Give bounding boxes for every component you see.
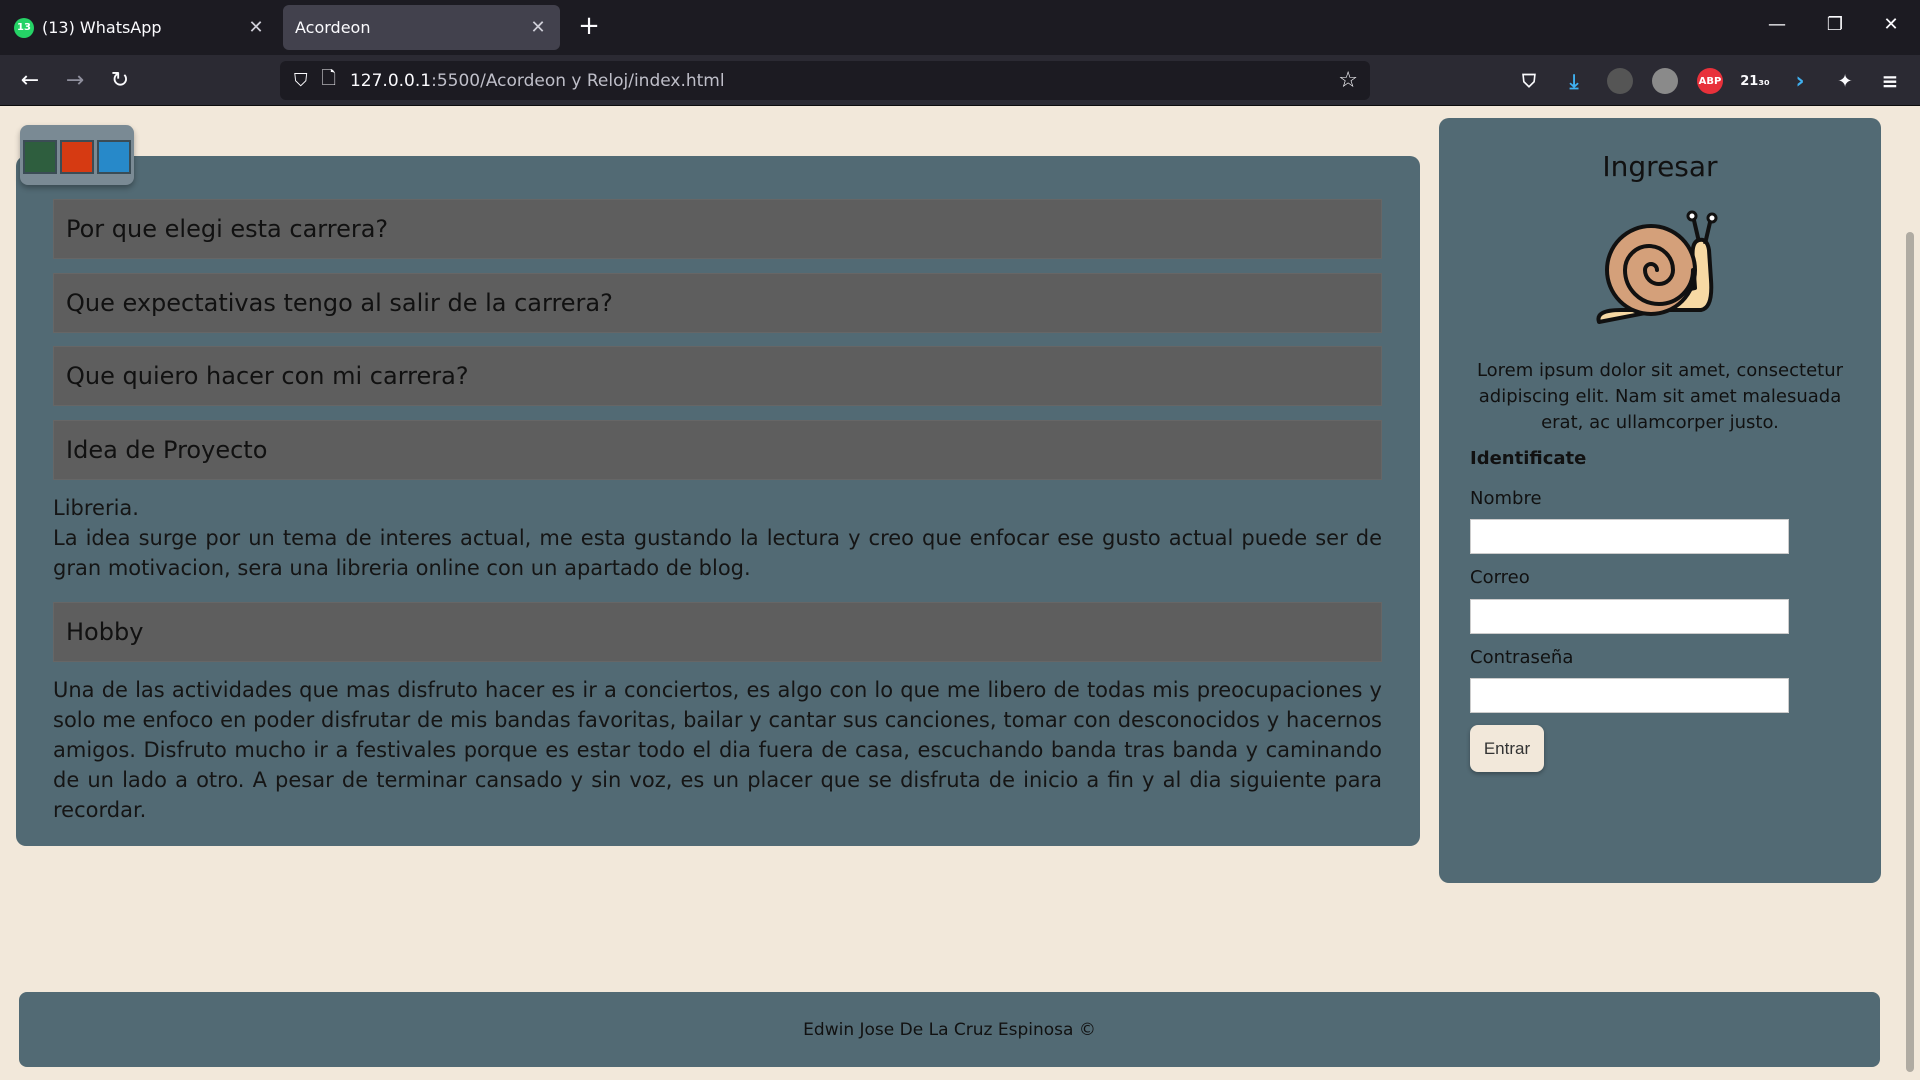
login-description: Lorem ipsum dolor sit amet, consectetur … [1476,360,1844,433]
accordion-header-proyecto[interactable]: Idea de Proyecto [53,420,1382,480]
accordion-header-expectativas[interactable]: Que expectativas tengo al salir de la ca… [53,273,1382,333]
red-swatch[interactable] [60,140,94,174]
adblock-icon[interactable]: ABP [1697,68,1723,94]
body-line: Libreria. [53,496,139,520]
login-panel: Ingresar Lorem ipsum dolor sit amet, con… [1439,118,1881,883]
window-close-icon[interactable]: ✕ [1876,14,1906,35]
correo-input[interactable] [1470,599,1789,634]
nombre-label: Nombre [1470,488,1542,509]
accordion-header-hobby[interactable]: Hobby [53,602,1382,662]
reload-icon[interactable]: ↻ [104,65,136,97]
whatsapp-icon: 13 [14,17,34,38]
bookmark-star-icon[interactable]: ☆ [1338,68,1358,93]
downloads-icon[interactable]: ⤓ [1561,68,1587,94]
forward-arrow-icon[interactable]: → [59,65,91,97]
body-paragraph: La idea surge por un tema de interes act… [53,526,1382,580]
login-title: Ingresar [1602,150,1718,183]
accordion-body-proyecto: Libreria. La idea surge por un tema de i… [53,493,1382,583]
minimize-icon[interactable]: — [1762,14,1792,35]
face-extension-icon[interactable] [1652,68,1678,94]
page-icon: 🗋 [321,67,336,89]
close-icon[interactable]: ✕ [246,17,266,38]
tab-acordeon[interactable]: Acordeon ✕ [283,5,560,50]
tab-whatsapp[interactable]: 13 (13) WhatsApp ✕ [2,5,278,50]
footer-text: Edwin Jose De La Cruz Espinosa © [803,1019,1096,1040]
extensions-icon[interactable]: ✦ [1832,68,1858,94]
accordion-body-hobby: Una de las actividades que mas disfruto … [53,678,1382,822]
contrasena-label: Contraseña [1470,647,1574,668]
url-path: :5500/Acordeon y Reloj/index.html [431,70,725,91]
snail-icon [1596,210,1718,324]
back-arrow-icon[interactable]: ← [14,65,46,97]
browser-tab-strip: 13 (13) WhatsApp ✕ Acordeon ✕ + — ❐ ✕ [0,0,1920,55]
shield-icon[interactable]: ⛉ [294,70,308,91]
avatar-extension-icon[interactable] [1607,68,1633,94]
chevron-right-icon[interactable]: › [1787,68,1813,94]
counter-extension-icon[interactable]: 21₃₀ [1740,68,1769,94]
restore-icon[interactable]: ❐ [1820,14,1850,35]
menu-icon[interactable]: ≡ [1877,68,1903,94]
green-swatch[interactable] [23,140,57,174]
new-tab-button[interactable]: + [575,13,603,41]
tab-title: (13) WhatsApp [42,18,162,37]
nombre-input[interactable] [1470,519,1789,554]
scrollbar-thumb[interactable] [1906,232,1914,1072]
browser-toolbar: ← → ↻ ⛉ 🗋 127.0.0.1:5500/Acordeon y Relo… [0,55,1920,106]
identificate-heading: Identificate [1470,448,1587,469]
accordion-header-carrera[interactable]: Por que elegi esta carrera? [53,199,1382,259]
blue-swatch[interactable] [97,140,131,174]
correo-label: Correo [1470,567,1530,588]
pocket-icon[interactable]: ⛉ [1516,68,1542,94]
contrasena-input[interactable] [1470,678,1789,713]
close-icon[interactable]: ✕ [528,17,548,38]
tab-title: Acordeon [295,18,371,37]
accordion-panel: Por que elegi esta carrera? Que expectat… [16,156,1420,846]
url-host: 127.0.0.1 [349,70,432,91]
footer: Edwin Jose De La Cruz Espinosa © [19,992,1880,1067]
accordion-header-hacer[interactable]: Que quiero hacer con mi carrera? [53,346,1382,406]
theme-color-switcher [20,125,134,185]
address-bar[interactable]: ⛉ 🗋 127.0.0.1:5500/Acordeon y Reloj/inde… [280,61,1370,100]
entrar-button[interactable]: Entrar [1470,725,1544,772]
page-scrollbar[interactable] [1900,106,1920,1080]
